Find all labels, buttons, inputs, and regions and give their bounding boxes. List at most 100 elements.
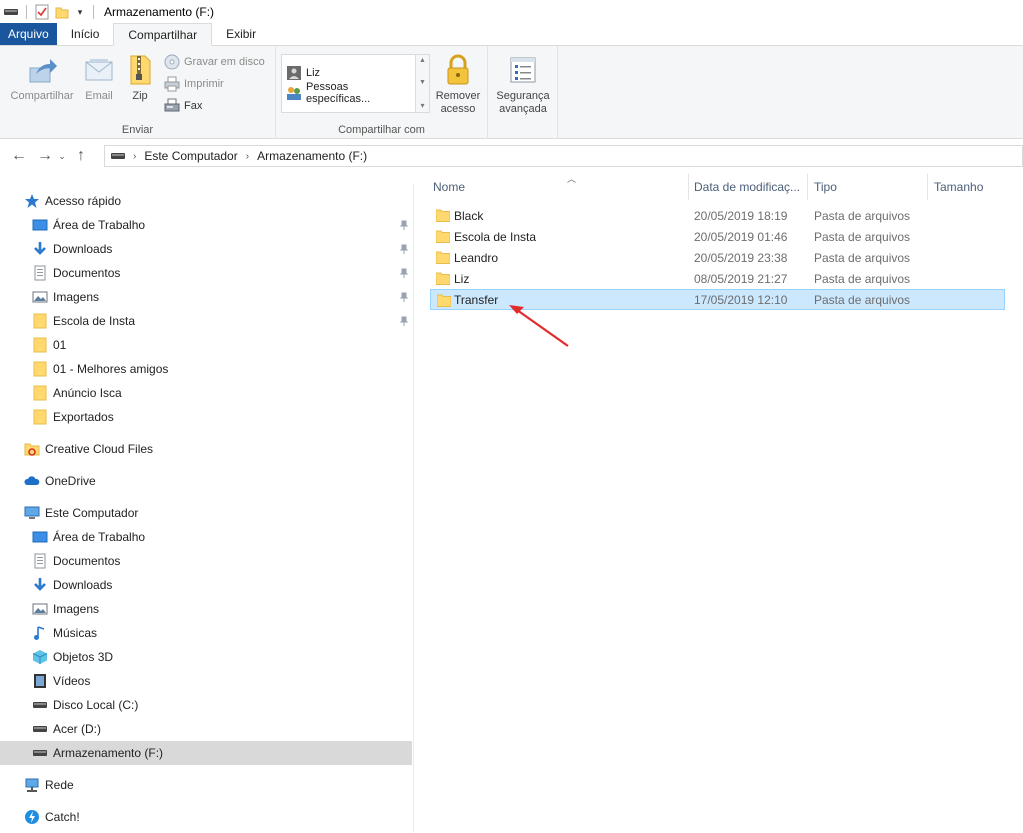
nav-rede[interactable]: Rede: [0, 773, 412, 797]
fax-icon: [164, 98, 180, 114]
nav-pc-item[interactable]: Disco Local (C:): [0, 693, 412, 717]
nav-quick-item[interactable]: Exportados: [0, 405, 412, 429]
pin-icon[interactable]: [398, 243, 410, 255]
nav-pc-item[interactable]: Armazenamento (F:): [0, 741, 412, 765]
tab-exibir[interactable]: Exibir: [212, 23, 270, 45]
nav-pc-item[interactable]: Acer (D:): [0, 717, 412, 741]
file-name[interactable]: Liz: [454, 272, 469, 286]
email-button[interactable]: Email: [80, 54, 118, 103]
desktop-icon: [32, 529, 48, 545]
table-row[interactable]: Leandro 20/05/2019 23:38 Pasta de arquivos: [430, 247, 1005, 268]
printer-icon: [164, 76, 180, 92]
pin-icon[interactable]: [398, 315, 410, 327]
nav-label: Downloads: [53, 578, 113, 592]
forward-icon[interactable]: →: [34, 145, 56, 167]
navigation-bar: ← → ⌄ ↑ › Este Computador › Armazenament…: [0, 140, 1023, 172]
nav-pc-item[interactable]: Área de Trabalho: [0, 525, 412, 549]
scroll-down-icon[interactable]: ▼: [419, 79, 426, 86]
file-list: Nome ︿ Data de modificaç... Tipo Tamanho…: [415, 172, 1023, 833]
nav-pc-item[interactable]: Documentos: [0, 549, 412, 573]
breadcrumb-armazenamento[interactable]: Armazenamento (F:): [257, 149, 367, 163]
pin-icon[interactable]: [398, 267, 410, 279]
nav-quick-item[interactable]: Downloads: [0, 237, 412, 261]
nav-onedrive[interactable]: OneDrive: [0, 469, 412, 493]
nav-pc-item[interactable]: Objetos 3D: [0, 645, 412, 669]
nav-creative-cloud[interactable]: Creative Cloud Files: [0, 437, 412, 461]
nav-pc-item[interactable]: Músicas: [0, 621, 412, 645]
file-name[interactable]: Leandro: [454, 251, 498, 265]
column-header-tipo[interactable]: Tipo: [810, 174, 928, 200]
folder-icon: [435, 250, 451, 264]
nav-pc-item[interactable]: Vídeos: [0, 669, 412, 693]
share-item-pessoas[interactable]: Pessoas específicas...: [282, 81, 415, 105]
table-row[interactable]: Escola de Insta 20/05/2019 01:46 Pasta de …: [430, 226, 1005, 247]
table-row[interactable]: Black 20/05/2019 18:19 Pasta de arquivos: [430, 205, 1005, 226]
share-item-liz-label: Liz: [306, 67, 321, 79]
column-label: Tamanho: [934, 180, 984, 194]
drive-icon[interactable]: [2, 2, 20, 22]
column-header-data[interactable]: Data de modificaç...: [690, 174, 808, 200]
breadcrumb-este-computador[interactable]: Este Computador: [144, 149, 237, 163]
compartilhar-button[interactable]: Compartilhar: [6, 54, 78, 103]
desktop-icon: [32, 217, 48, 233]
properties-icon[interactable]: [33, 2, 51, 22]
zip-label: Zip: [132, 90, 148, 102]
nav-acesso-rapido[interactable]: Acesso rápido: [0, 189, 412, 213]
imprimir-button[interactable]: Imprimir: [164, 74, 224, 94]
file-type: Pasta de arquivos: [814, 250, 911, 265]
file-date: 08/05/2019 21:27: [694, 271, 788, 286]
folder-icon: [32, 361, 48, 377]
computer-icon: [24, 505, 40, 521]
gravar-disco-button[interactable]: Gravar em disco: [164, 52, 265, 72]
chevron-right-icon[interactable]: ›: [246, 151, 249, 162]
expand-icon[interactable]: ▾: [420, 101, 424, 110]
file-name[interactable]: Transfer: [454, 293, 498, 307]
column-header-nome[interactable]: Nome ︿: [429, 174, 689, 200]
nav-catch[interactable]: Catch!: [0, 805, 412, 829]
nav-quick-item[interactable]: Escola de Insta: [0, 309, 412, 333]
share-list-scroll[interactable]: ▲ ▼ ▾: [416, 54, 430, 113]
nav-quick-item[interactable]: Documentos: [0, 261, 412, 285]
drive-icon: [32, 745, 48, 761]
nav-quick-item[interactable]: 01 - Melhores amigos: [0, 357, 412, 381]
remover-acesso-button[interactable]: Remover acesso: [432, 54, 484, 116]
customize-toolbar-icon[interactable]: ▾: [73, 2, 87, 22]
address-bar[interactable]: › Este Computador › Armazenamento (F:): [104, 145, 1023, 167]
nav-quick-item[interactable]: Imagens: [0, 285, 412, 309]
nav-este-computador[interactable]: Este Computador: [0, 501, 412, 525]
share-with-list[interactable]: Liz Pessoas específicas...: [281, 54, 416, 113]
folder-icon: [435, 229, 451, 243]
zip-button[interactable]: Zip: [124, 54, 156, 103]
nav-label: Rede: [45, 778, 74, 792]
scroll-up-icon[interactable]: ▲: [419, 57, 426, 64]
back-icon[interactable]: ←: [8, 145, 30, 167]
nav-quick-item[interactable]: Área de Trabalho: [0, 213, 412, 237]
nav-label: Downloads: [53, 242, 113, 256]
nav-quick-item[interactable]: 01: [0, 333, 412, 357]
tab-compartilhar[interactable]: Compartilhar: [113, 23, 213, 46]
share-item-liz[interactable]: Liz: [282, 63, 415, 83]
column-header-tamanho[interactable]: Tamanho: [930, 174, 1006, 200]
seguranca-avancada-button[interactable]: Segurança avançada: [494, 54, 552, 116]
pictures-icon: [32, 601, 48, 617]
recent-locations-icon[interactable]: ⌄: [56, 145, 68, 167]
pin-icon[interactable]: [398, 291, 410, 303]
up-icon[interactable]: ↑: [70, 145, 92, 167]
pin-icon[interactable]: [398, 219, 410, 231]
nav-label: Músicas: [53, 626, 98, 640]
file-name[interactable]: Black: [454, 209, 483, 223]
table-row[interactable]: Liz 08/05/2019 21:27 Pasta de arquivos: [430, 268, 1005, 289]
chevron-right-icon[interactable]: ›: [133, 151, 136, 162]
file-name[interactable]: Escola de Insta: [454, 230, 536, 244]
nav-quick-item[interactable]: Anúncio Isca: [0, 381, 412, 405]
divider: [26, 5, 27, 19]
new-folder-icon[interactable]: [51, 2, 73, 22]
nav-pc-item[interactable]: Imagens: [0, 597, 412, 621]
pictures-icon: [32, 289, 48, 305]
nav-pc-item[interactable]: Downloads: [0, 573, 412, 597]
nav-label: Catch!: [45, 810, 80, 824]
fax-button[interactable]: Fax: [164, 96, 202, 116]
tab-arquivo[interactable]: Arquivo: [0, 23, 57, 45]
table-row[interactable]: Transfer 17/05/2019 12:10 Pasta de arquivo…: [430, 289, 1005, 310]
tab-inicio[interactable]: Início: [57, 23, 114, 45]
